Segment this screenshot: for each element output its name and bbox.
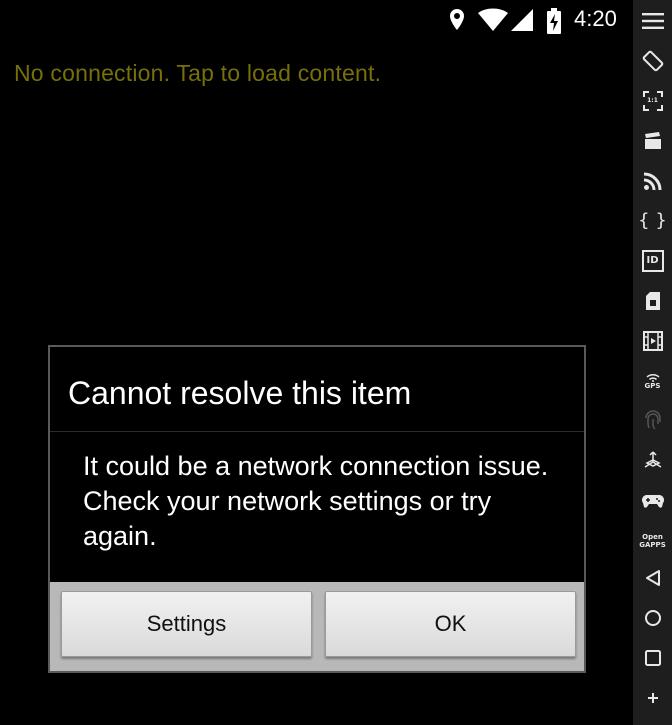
fingerprint-icon[interactable] — [633, 406, 672, 436]
location-icon — [447, 8, 467, 36]
status-bar: 4:20 — [0, 0, 633, 40]
gamepad-icon[interactable] — [633, 486, 672, 516]
device-id-icon[interactable]: ID — [633, 246, 672, 276]
wifi-icon — [477, 8, 509, 36]
home-icon[interactable] — [633, 603, 672, 633]
rotate-icon[interactable] — [633, 46, 672, 76]
dialog-button-bar: Settings OK — [50, 582, 584, 671]
emulator-toolbar: 1:1 { } ID GPS Open GAPPS — [633, 0, 672, 725]
dialog-divider — [50, 431, 584, 432]
sim-card-icon[interactable] — [633, 286, 672, 316]
signal-icon — [510, 8, 534, 36]
accelerometer-icon[interactable] — [633, 446, 672, 476]
settings-button[interactable]: Settings — [61, 591, 312, 657]
ok-button[interactable]: OK — [325, 591, 576, 657]
json-braces-icon[interactable]: { } — [633, 206, 672, 236]
menu-icon[interactable] — [633, 6, 672, 36]
dialog-title: Cannot resolve this item — [68, 375, 412, 411]
status-time: 4:20 — [574, 6, 617, 31]
error-dialog: Cannot resolve this item It could be a n… — [48, 345, 586, 673]
recents-icon[interactable] — [633, 643, 672, 673]
video-film-icon[interactable] — [633, 326, 672, 356]
no-connection-message[interactable]: No connection. Tap to load content. — [14, 60, 381, 87]
battery-charging-icon — [546, 8, 562, 38]
back-icon[interactable] — [633, 563, 672, 593]
scale-1-1-icon[interactable]: 1:1 — [633, 86, 672, 116]
rss-feed-icon[interactable] — [633, 166, 672, 196]
gps-icon[interactable]: GPS — [633, 366, 672, 396]
dialog-message: It could be a network connection issue. … — [83, 451, 549, 551]
opengapps-icon[interactable]: Open GAPPS — [633, 526, 672, 556]
device-screen: 4:20 No connection. Tap to load content.… — [0, 0, 633, 725]
add-icon[interactable] — [633, 683, 672, 713]
screencast-icon[interactable] — [633, 126, 672, 156]
